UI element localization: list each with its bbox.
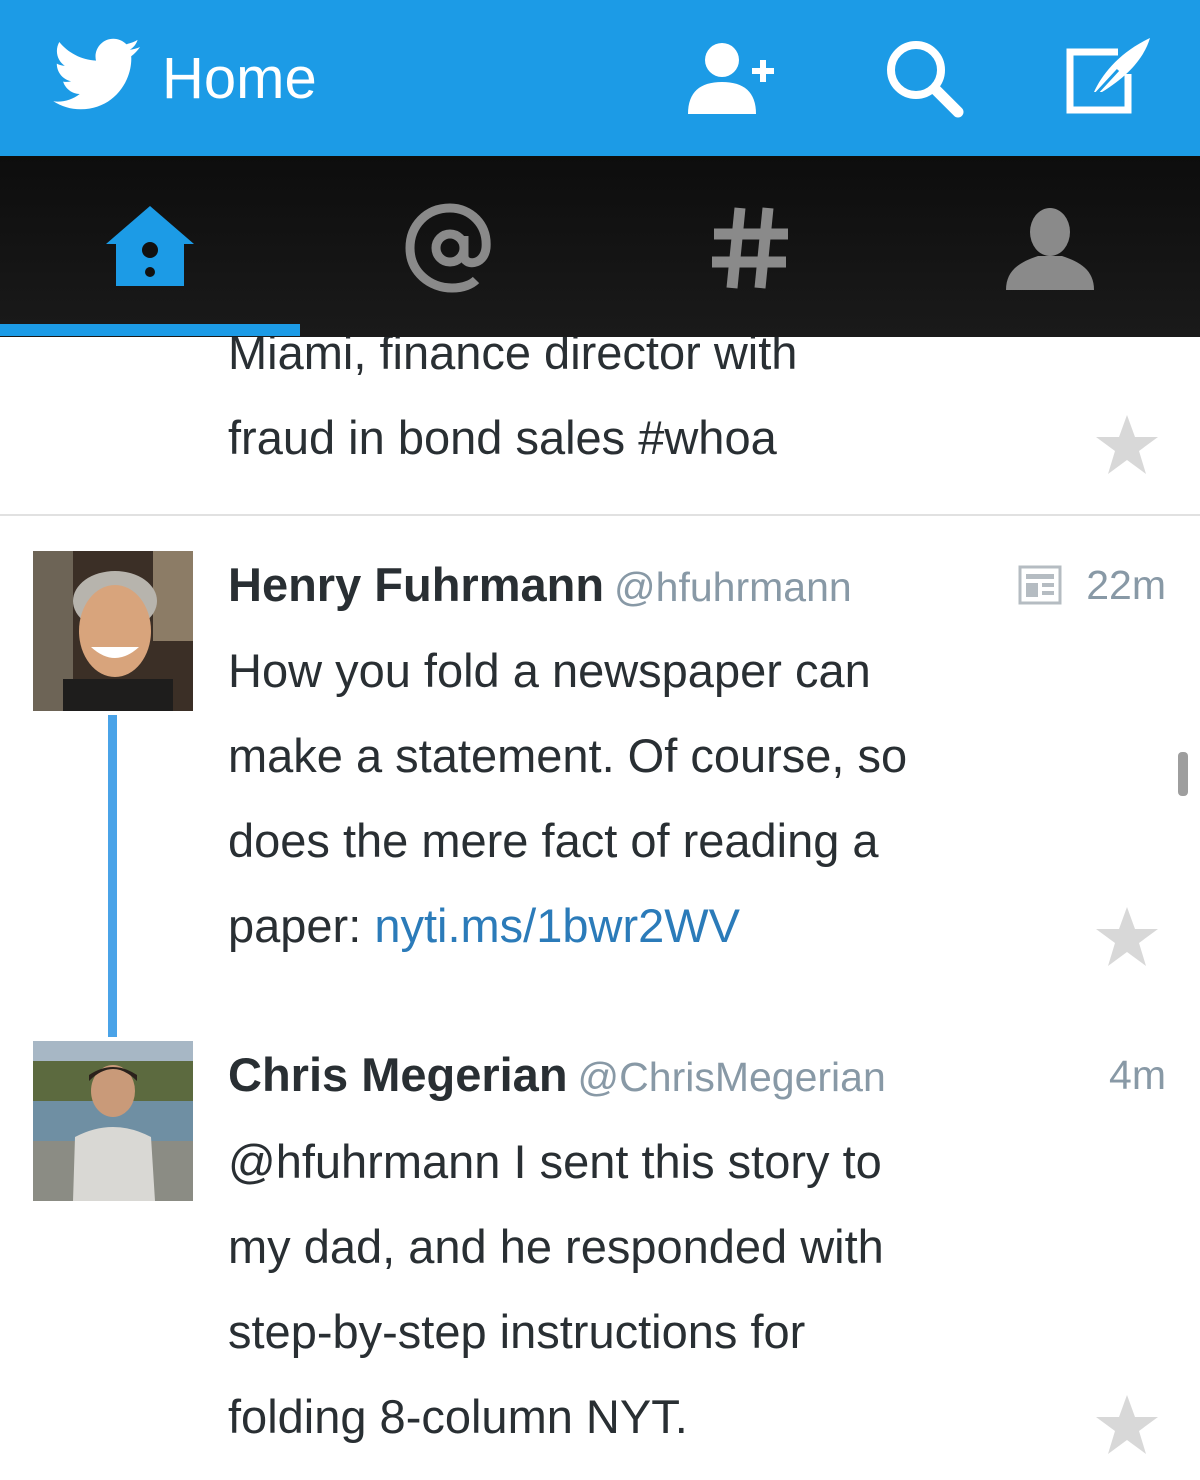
- tweet-text: Miami, finance director with fraud in bo…: [228, 337, 798, 464]
- profile-icon: [1006, 208, 1094, 290]
- add-user-icon[interactable]: [682, 34, 778, 124]
- selected-tab-indicator: [0, 324, 300, 336]
- action-bar: Home: [0, 0, 1200, 156]
- scrollbar[interactable]: [1178, 752, 1188, 796]
- tweet-link[interactable]: nyti.ms/1bwr2WV: [374, 899, 740, 952]
- compose-icon[interactable]: [1058, 34, 1154, 124]
- at-sign-icon: [405, 203, 491, 293]
- summary-card-icon: [1018, 565, 1062, 605]
- twitter-bird-icon[interactable]: [52, 38, 142, 114]
- avatar[interactable]: [33, 551, 193, 711]
- tweet-timestamp: 22m: [1086, 562, 1166, 608]
- tweet-timestamp: 4m: [1109, 1052, 1166, 1098]
- user-handle[interactable]: @hfuhrmann: [614, 564, 852, 610]
- page-title: Home: [162, 46, 317, 111]
- tab-discover[interactable]: [600, 156, 900, 326]
- tab-me[interactable]: [900, 156, 1200, 326]
- tweet-header: Chris Megerian @ChrisMegerian: [228, 1045, 886, 1117]
- favorite-star-icon[interactable]: [1094, 905, 1160, 969]
- tab-connect[interactable]: [300, 156, 600, 326]
- tab-home[interactable]: [0, 156, 300, 326]
- hashtag-icon: [712, 207, 788, 289]
- timeline[interactable]: Miami, finance director with fraud in bo…: [0, 337, 1200, 1480]
- home-icon: [106, 206, 194, 286]
- user-name[interactable]: Chris Megerian: [228, 1048, 568, 1101]
- divider: [0, 514, 1200, 516]
- tweet-text: How you fold a newspaper can make a stat…: [228, 644, 908, 952]
- conversation-line: [108, 715, 117, 1037]
- tweet-header: Henry Fuhrmann @hfuhrmann: [228, 555, 852, 627]
- tweet-text: @hfuhrmann I sent this story to my dad, …: [228, 1135, 884, 1443]
- tab-bar: [0, 156, 1200, 337]
- favorite-star-icon[interactable]: [1094, 413, 1160, 477]
- user-name[interactable]: Henry Fuhrmann: [228, 558, 604, 611]
- user-handle[interactable]: @ChrisMegerian: [578, 1054, 886, 1100]
- avatar[interactable]: [33, 1041, 193, 1201]
- favorite-star-icon[interactable]: [1094, 1393, 1160, 1457]
- search-icon[interactable]: [878, 34, 974, 124]
